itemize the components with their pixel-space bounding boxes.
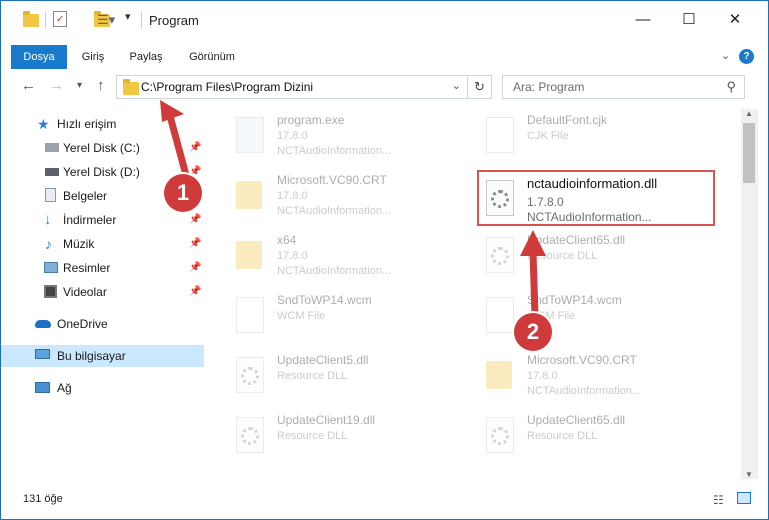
step-badge-2: 2 bbox=[514, 313, 552, 351]
step-badge-1: 1 bbox=[164, 174, 202, 212]
annotation-arrows bbox=[160, 100, 546, 320]
arrow-2 bbox=[529, 248, 539, 320]
arrow-1 bbox=[166, 112, 190, 179]
arrow-2-head bbox=[520, 230, 546, 256]
